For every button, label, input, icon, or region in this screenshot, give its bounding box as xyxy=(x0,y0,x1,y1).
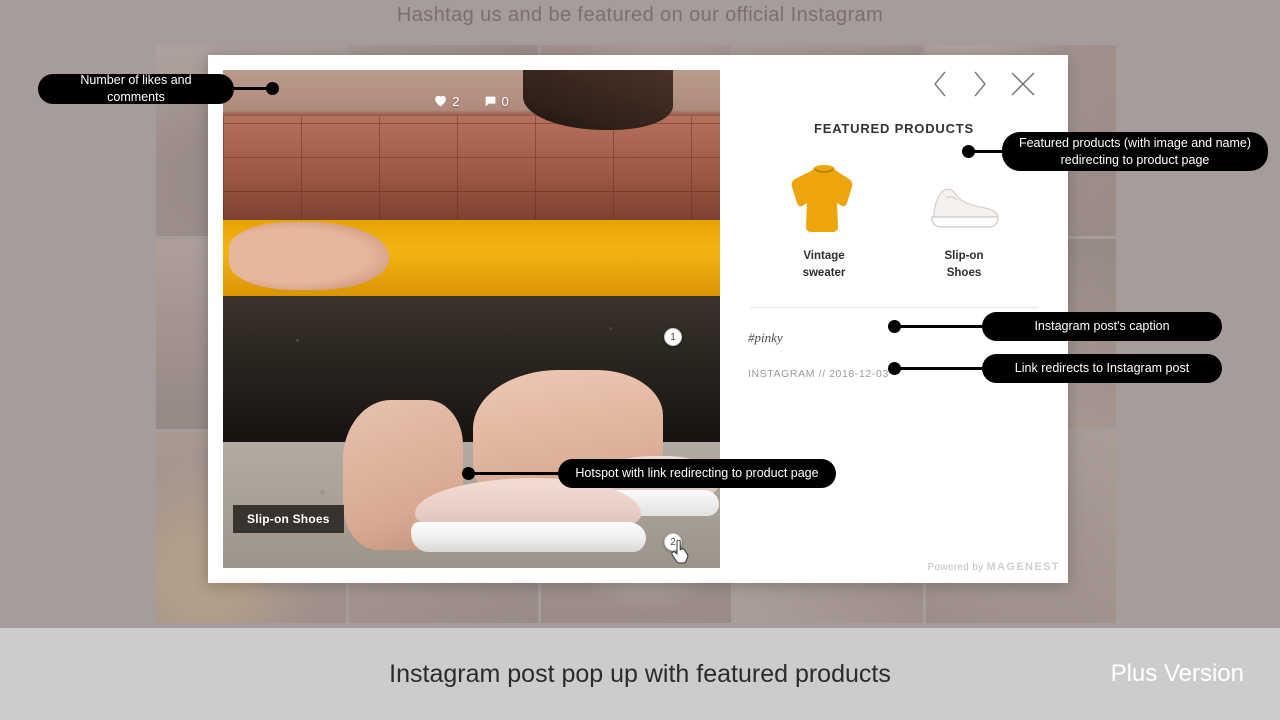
product-thumbnail xyxy=(770,154,878,236)
annotation-leader xyxy=(894,367,994,370)
comment-counter[interactable]: 0 xyxy=(484,94,509,109)
annotation-leader xyxy=(468,472,570,475)
modal-nav-controls xyxy=(746,55,1042,113)
annotation-label: Link redirects to Instagram post xyxy=(982,354,1222,383)
annotation-label: Hotspot with link redirecting to product… xyxy=(558,459,836,488)
sweater-thumbnail-icon xyxy=(791,165,853,232)
product-name: Slip-on Shoes xyxy=(944,250,984,279)
photo-brick-wall xyxy=(223,116,720,226)
annotation-label: Instagram post's caption xyxy=(982,312,1222,341)
annotation-anchor-dot xyxy=(962,145,975,158)
next-post-button[interactable] xyxy=(971,70,988,98)
product-card-slip-on-shoes[interactable]: Slip-on Shoes xyxy=(910,154,1018,281)
shoe-thumbnail-icon xyxy=(931,188,999,228)
version-badge: Plus Version xyxy=(1110,660,1244,687)
annotation-anchor-dot xyxy=(888,320,901,333)
instagram-post-modal: 2 0 1 2 Slip-on Shoes FEATURED PRODUCTS … xyxy=(208,55,1068,583)
close-icon xyxy=(1011,72,1035,96)
footer-bar: Instagram post pop up with featured prod… xyxy=(0,628,1280,720)
heart-icon xyxy=(435,95,447,107)
engagement-bar: 2 0 xyxy=(223,88,720,114)
feed-heading: Hashtag us and be featured on our offici… xyxy=(396,4,884,26)
annotation-anchor-dot xyxy=(266,82,279,95)
featured-products-heading: FEATURED PRODUCTS xyxy=(814,121,974,136)
like-counter[interactable]: 2 xyxy=(434,93,460,109)
product-thumbnail xyxy=(910,154,1018,236)
shoe-sole xyxy=(411,522,647,552)
comment-count: 0 xyxy=(501,93,509,109)
magenest-brand: MAGENEST xyxy=(986,561,1060,573)
annotation-leader xyxy=(894,325,994,328)
prev-post-button[interactable] xyxy=(932,70,949,98)
featured-products-list: Vintage sweater Slip-on Shoes xyxy=(746,154,1042,281)
post-photo[interactable]: 2 0 1 2 Slip-on Shoes xyxy=(223,70,720,568)
annotation-anchor-dot xyxy=(462,467,475,480)
photo-hand xyxy=(229,222,389,290)
annotation-label: Number of likes and comments xyxy=(38,73,234,104)
powered-by-prefix: Powered by xyxy=(927,562,987,573)
hotspot-tooltip: Slip-on Shoes xyxy=(233,505,344,533)
chevron-right-icon xyxy=(974,71,986,97)
post-media-panel: 2 0 1 2 Slip-on Shoes xyxy=(208,55,720,583)
annotation-label: Featured products (with image and name) … xyxy=(1002,132,1268,171)
chevron-left-icon xyxy=(934,71,946,97)
info-divider xyxy=(750,307,1038,309)
footer-caption: Instagram post pop up with featured prod… xyxy=(389,659,891,688)
product-hotspot-1[interactable]: 1 xyxy=(664,328,682,346)
product-card-vintage-sweater[interactable]: Vintage sweater xyxy=(770,154,878,281)
like-count: 2 xyxy=(452,93,460,109)
close-modal-button[interactable] xyxy=(1010,71,1036,97)
product-name: Vintage sweater xyxy=(802,250,846,279)
powered-by-credit: Powered by MAGENEST xyxy=(928,561,1060,573)
comment-bubble-icon xyxy=(485,96,495,106)
product-hotspot-2[interactable]: 2 xyxy=(664,533,682,551)
photo-shoe-primary xyxy=(411,478,647,554)
annotation-anchor-dot xyxy=(888,362,901,375)
